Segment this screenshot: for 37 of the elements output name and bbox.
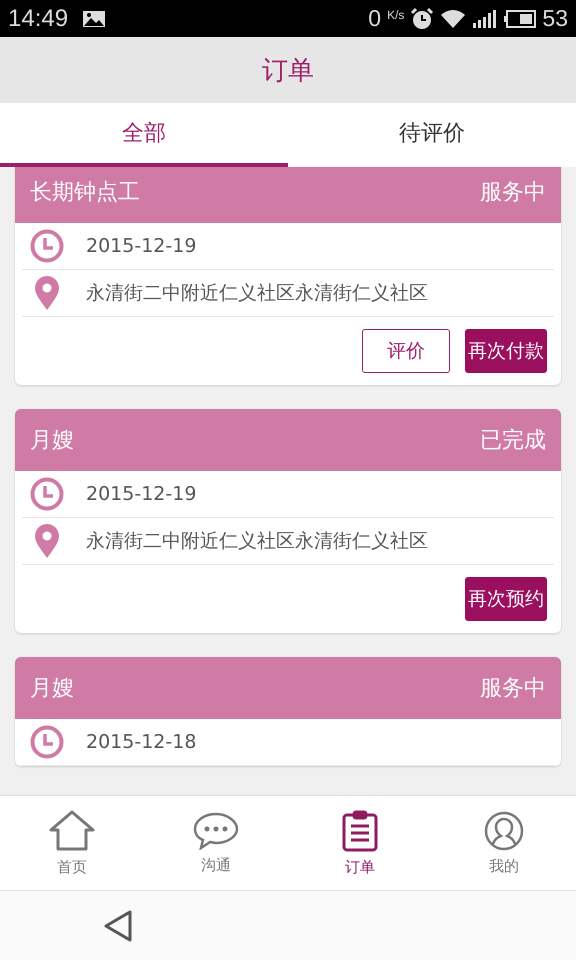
order-date: 2015-12-19 bbox=[86, 483, 196, 505]
speed-unit: K/s bbox=[387, 8, 404, 22]
network-speed: 0 bbox=[368, 5, 382, 32]
nav-item[interactable]: 我的 bbox=[432, 796, 576, 890]
action-button[interactable]: 再次预约 bbox=[465, 577, 547, 621]
battery-icon bbox=[504, 10, 536, 28]
home-icon bbox=[48, 810, 96, 852]
alarm-clock-icon bbox=[410, 6, 434, 30]
action-button[interactable]: 评价 bbox=[362, 329, 450, 373]
service-name: 长期钟点工 bbox=[30, 179, 140, 207]
page-title: 订单 bbox=[262, 54, 314, 88]
order-status: 服务中 bbox=[480, 179, 546, 207]
clock-time: 14:49 bbox=[8, 4, 68, 32]
user-icon bbox=[484, 810, 524, 850]
clock-icon bbox=[30, 725, 64, 759]
nav-item[interactable]: 沟通 bbox=[144, 796, 288, 890]
clipboard-icon bbox=[341, 810, 379, 852]
battery-percent: 53 bbox=[542, 5, 568, 32]
clock-icon bbox=[30, 229, 64, 263]
order-address: 永清街二中附近仁义社区永清街仁义社区 bbox=[86, 529, 428, 554]
clock-icon bbox=[30, 477, 64, 511]
chat-bubble-icon bbox=[193, 812, 239, 850]
order-address: 永清街二中附近仁义社区永清街仁义社区 bbox=[86, 281, 428, 306]
order-date: 2015-12-19 bbox=[86, 235, 196, 257]
back-icon[interactable] bbox=[103, 908, 133, 942]
order-status: 服务中 bbox=[480, 675, 546, 703]
service-name: 月嫂 bbox=[30, 427, 74, 455]
order-status: 已完成 bbox=[480, 427, 546, 455]
wifi-icon bbox=[440, 8, 466, 30]
action-button[interactable]: 再次付款 bbox=[465, 329, 547, 373]
tab[interactable]: 待评价 bbox=[288, 103, 576, 167]
order-date: 2015-12-18 bbox=[86, 731, 196, 753]
nav-item[interactable]: 首页 bbox=[0, 796, 144, 890]
image-icon bbox=[82, 10, 106, 28]
signal-icon bbox=[472, 8, 498, 28]
service-name: 月嫂 bbox=[30, 675, 74, 703]
nav-item[interactable]: 订单 bbox=[288, 796, 432, 890]
